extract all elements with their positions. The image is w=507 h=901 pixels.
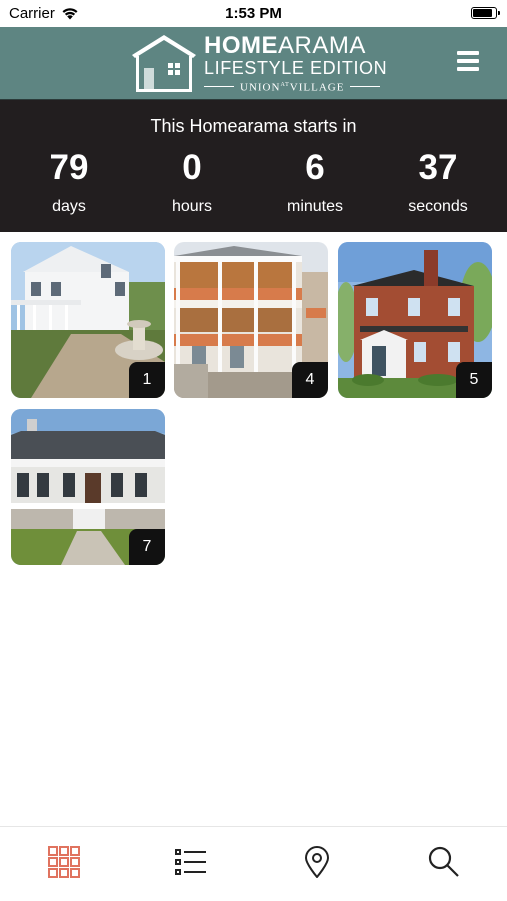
- tab-search[interactable]: [414, 827, 474, 897]
- battery-level: [473, 9, 492, 17]
- home-number-badge: 1: [129, 362, 165, 398]
- tab-bar: [0, 826, 507, 901]
- home-number-badge: 7: [129, 529, 165, 565]
- search-icon: [428, 846, 459, 877]
- home-tile-1[interactable]: 1: [11, 242, 165, 398]
- minutes-value: 6: [305, 148, 325, 187]
- hours-label: hours: [171, 198, 213, 215]
- logo-wordmark: HOMEARAMA LIFESTYLE EDITION UNIONATVILLA…: [204, 34, 387, 95]
- status-time: 1:53 PM: [225, 5, 282, 22]
- map-pin-icon: [304, 846, 330, 878]
- app-header: HOMEARAMA LIFESTYLE EDITION UNIONATVILLA…: [0, 27, 507, 100]
- battery-icon: [471, 7, 500, 19]
- countdown-minutes: 6 minutes: [265, 148, 365, 216]
- hours-value: 0: [182, 148, 202, 187]
- tab-grid[interactable]: [34, 827, 94, 897]
- countdown-seconds: 37 seconds: [388, 148, 488, 216]
- tab-list[interactable]: [161, 827, 221, 897]
- home-tile-7[interactable]: 7: [11, 409, 165, 565]
- homearama-logo: HOMEARAMA LIFESTYLE EDITION UNIONATVILLA…: [130, 32, 387, 94]
- tab-map[interactable]: [287, 827, 347, 897]
- house-logo-icon: [132, 35, 196, 92]
- list-icon: [175, 849, 206, 875]
- seconds-value: 37: [418, 148, 458, 187]
- home-tile-5[interactable]: 5: [338, 242, 492, 398]
- home-number-badge: 5: [456, 362, 492, 398]
- seconds-label: seconds: [408, 198, 468, 215]
- minutes-label: minutes: [286, 198, 344, 215]
- countdown-title: This Homearama starts in: [150, 116, 357, 136]
- logo-subtitle: LIFESTYLE EDITION: [204, 58, 388, 78]
- countdown-hours: 0 hours: [142, 148, 242, 216]
- logo-title: HOMEARAMA: [204, 32, 366, 59]
- days-label: days: [52, 198, 86, 215]
- logo-location: UNIONATVILLAGE: [204, 78, 387, 95]
- days-value: 79: [49, 148, 89, 187]
- hamburger-menu-icon[interactable]: [457, 51, 481, 73]
- countdown-days: 79 days: [19, 148, 119, 216]
- status-bar: Carrier 1:53 PM: [0, 0, 507, 27]
- grid-icon: [48, 846, 80, 878]
- countdown-banner: This Homearama starts in 79 days 0 hours…: [0, 100, 507, 232]
- home-tile-4[interactable]: 4: [174, 242, 328, 398]
- home-number-badge: 4: [292, 362, 328, 398]
